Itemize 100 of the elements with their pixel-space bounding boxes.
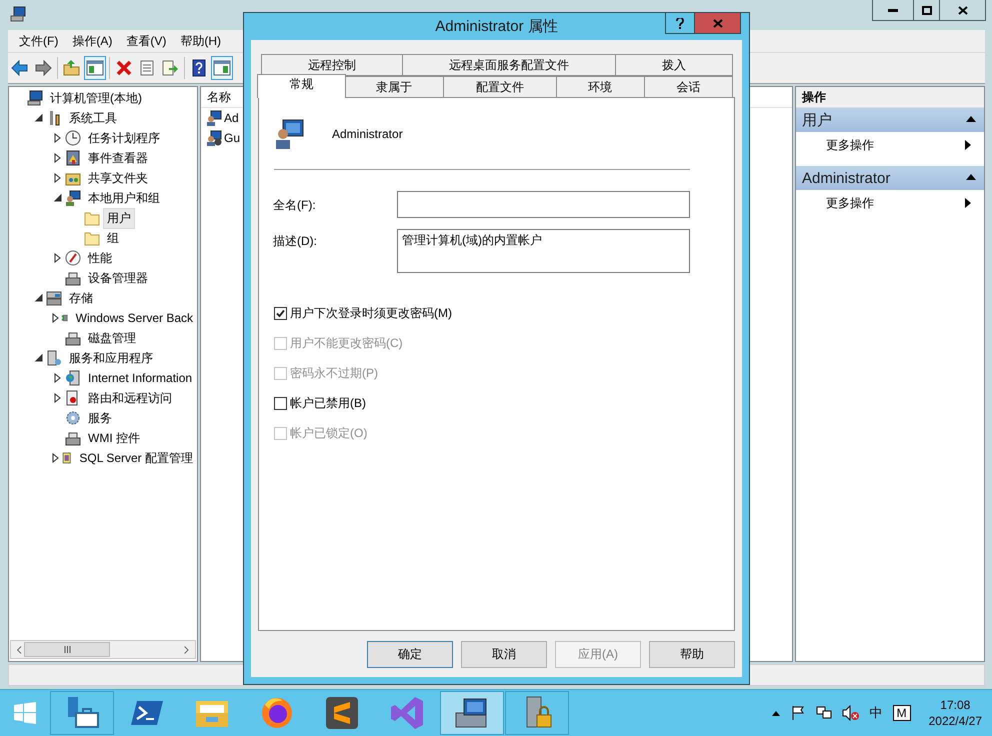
toolbar-button[interactable] <box>84 56 106 80</box>
menu-item[interactable]: 文件(F) <box>12 32 66 50</box>
maximize-icon <box>922 6 932 14</box>
forward-arrow-icon <box>34 59 52 77</box>
tree-item[interactable]: 存储 <box>65 288 97 308</box>
dialog-button[interactable]: 确定 <box>367 641 453 668</box>
tree-item[interactable]: 服务 <box>84 408 116 428</box>
horizontal-scrollbar[interactable] <box>10 640 196 659</box>
tab[interactable]: 远程控制 <box>261 54 403 76</box>
tree-item[interactable]: 路由和远程访问 <box>84 388 176 408</box>
clock-time: 17:08 <box>940 698 970 712</box>
list-item[interactable]: Ad <box>224 111 239 125</box>
taskbar-app[interactable] <box>50 691 114 735</box>
tab[interactable]: 远程桌面服务配置文件 <box>402 54 616 76</box>
collapse-arrow-icon[interactable] <box>34 113 44 123</box>
checkbox-label[interactable]: 用户下次登录时须更改密码(M) <box>290 304 452 322</box>
tree-item[interactable]: WMI 控件 <box>84 428 144 448</box>
pane-title: 操作 <box>802 88 826 106</box>
menu-item[interactable]: 查看(V) <box>119 32 174 50</box>
menu-item[interactable]: 帮助(H) <box>173 32 228 50</box>
folder-icon <box>84 230 100 246</box>
collapse-arrow-icon[interactable] <box>34 293 44 303</box>
expand-arrow-icon[interactable] <box>51 453 61 463</box>
folder-icon <box>84 210 100 226</box>
back-arrow-icon <box>11 59 29 77</box>
menu-item[interactable]: 操作(A) <box>65 32 120 50</box>
expand-arrow-icon[interactable] <box>53 133 63 143</box>
tab[interactable]: 会话 <box>644 76 734 98</box>
tree-item[interactable]: Internet Information <box>84 369 196 387</box>
tree-item[interactable]: 共享文件夹 <box>84 168 152 188</box>
ime-mode-indicator[interactable]: M <box>892 705 911 721</box>
grip-icon <box>64 646 70 653</box>
full-name-field[interactable] <box>397 191 690 218</box>
windows-icon <box>13 701 37 725</box>
tree-item[interactable]: 服务和应用程序 <box>65 348 157 368</box>
expand-arrow-icon[interactable] <box>53 373 63 383</box>
user-name: Administrator <box>332 127 403 141</box>
gear-icon <box>65 410 81 426</box>
help-button[interactable] <box>665 13 695 34</box>
checkbox[interactable] <box>274 396 287 410</box>
checkbox[interactable] <box>274 306 287 320</box>
tree-item[interactable]: 本地用户和组 <box>84 188 164 208</box>
tree-item[interactable]: 用户 <box>103 208 135 228</box>
show-hidden-icons-icon <box>772 710 780 716</box>
panel-icon <box>86 59 104 77</box>
machine-icon <box>65 330 81 346</box>
collapse-icon <box>966 115 976 125</box>
tree-item[interactable]: 任务计划程序 <box>84 128 164 148</box>
help-icon <box>190 59 208 77</box>
taskbar-app[interactable] <box>440 691 504 735</box>
expand-arrow-icon[interactable] <box>51 313 61 323</box>
tree-item[interactable]: Windows Server Back <box>72 309 197 327</box>
expand-arrow-icon[interactable] <box>53 153 63 163</box>
delete-icon <box>115 59 133 77</box>
action-item[interactable]: 更多操作 <box>796 190 984 216</box>
tree-item[interactable]: 组 <box>103 228 123 248</box>
minimize-icon <box>888 8 898 12</box>
scrollbar-thumb[interactable] <box>24 642 110 657</box>
action-group-header[interactable]: Administrator <box>796 166 984 190</box>
list-item[interactable]: Gu <box>224 131 240 145</box>
tree-item[interactable]: 系统工具 <box>65 108 121 128</box>
collapse-arrow-icon[interactable] <box>53 193 63 203</box>
visual-studio-icon <box>389 695 425 731</box>
globe-icon <box>65 370 81 386</box>
close-button[interactable] <box>939 0 986 21</box>
tree-item[interactable]: 设备管理器 <box>84 268 152 288</box>
tab[interactable]: 常规 <box>257 74 346 98</box>
help-icon <box>676 18 684 28</box>
toolbar-button[interactable] <box>211 56 233 80</box>
column-header[interactable]: 名称 <box>207 88 231 106</box>
dialog-button[interactable]: 取消 <box>461 641 547 668</box>
action-group-header[interactable]: 用户 <box>796 108 984 132</box>
expand-arrow-icon[interactable] <box>53 393 63 403</box>
tab[interactable]: 拨入 <box>615 54 733 76</box>
sql-icon <box>61 450 72 466</box>
tree-item[interactable]: 磁盘管理 <box>84 328 140 348</box>
input-language-indicator[interactable]: 中 <box>870 704 883 722</box>
tree-item[interactable]: SQL Server 配置管理 <box>75 448 197 468</box>
close-icon <box>712 18 722 28</box>
storage-icon <box>46 290 62 306</box>
checkbox-label[interactable]: 帐户已禁用(B) <box>290 394 366 412</box>
action-item[interactable]: 更多操作 <box>796 132 984 158</box>
collapse-arrow-icon[interactable] <box>34 353 44 363</box>
clock[interactable]: 17:08 2022/4/27 <box>928 698 982 728</box>
expand-arrow-icon[interactable] <box>53 253 63 263</box>
browser-icon <box>259 695 295 731</box>
taskbar-app[interactable] <box>505 691 569 735</box>
minimize-button[interactable] <box>872 0 914 21</box>
collapse-icon <box>966 173 976 183</box>
dialog-button[interactable]: 帮助 <box>649 641 735 668</box>
folder-up-icon <box>63 59 81 77</box>
description-field[interactable]: 管理计算机(域)的内置帐户 <box>397 229 690 273</box>
computer-icon <box>27 90 43 106</box>
tree-item[interactable]: 性能 <box>84 248 116 268</box>
expand-arrow-icon[interactable] <box>53 173 63 183</box>
tree-item[interactable]: 计算机管理(本地) <box>46 88 146 108</box>
guest-user-icon <box>206 130 222 146</box>
tree-item[interactable]: 事件查看器 <box>84 148 152 168</box>
checkbox-label: 密码永不过期(P) <box>290 364 378 382</box>
export-icon <box>161 59 179 77</box>
